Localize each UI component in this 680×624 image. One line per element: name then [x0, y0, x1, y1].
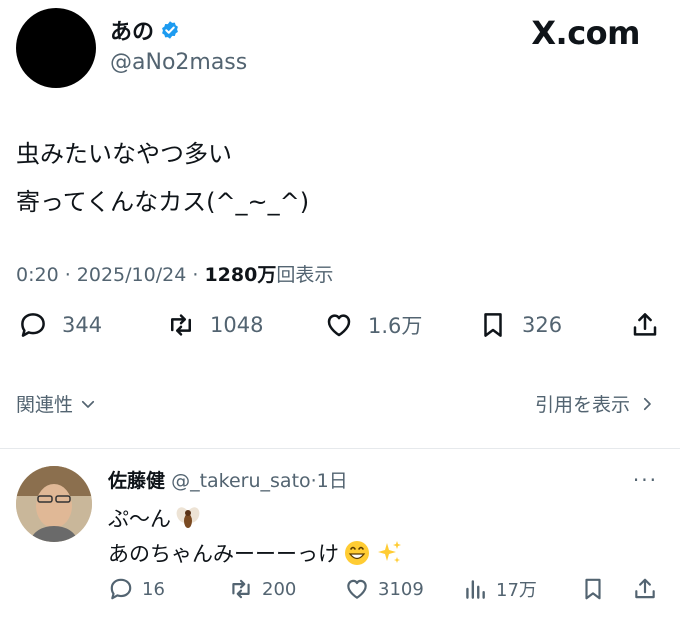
reply-icon — [21, 313, 45, 337]
reply-like-count: 3109 — [378, 578, 424, 600]
share-icon — [635, 578, 655, 599]
reply-text-1: ぷ〜ん — [108, 507, 171, 531]
view-quotes-label: 引用を表示 — [534, 394, 630, 416]
reply-repost-count: 200 — [262, 578, 297, 600]
reply-author-handle[interactable]: @_takeru_sato — [171, 470, 311, 492]
reply-repost-button[interactable]: 200 — [228, 576, 296, 602]
tweet-meta: 0:20 · 2025/10/24 · 1280万回表示 — [16, 260, 333, 287]
grinning-emoji-icon — [345, 541, 369, 565]
meta-separator: · — [186, 264, 205, 286]
reply-avatar[interactable] — [16, 466, 92, 542]
reply-icon — [110, 578, 132, 600]
like-count: 1.6万 — [368, 314, 423, 338]
views-suffix: 回表示 — [276, 264, 334, 286]
related-dropdown[interactable]: 関連性 — [16, 390, 97, 417]
reply-reply-count: 16 — [142, 578, 165, 600]
share-button[interactable] — [630, 310, 660, 340]
tweet-action-bar: 344 1048 1.6万 326 — [0, 310, 680, 354]
heart-icon — [347, 579, 367, 599]
author-name-row: あの — [110, 14, 180, 46]
reply-like-button[interactable]: 3109 — [344, 576, 424, 602]
reply-bookmark-button[interactable] — [580, 576, 606, 602]
repost-count: 1048 — [210, 313, 264, 337]
reply-view-count: 17万 — [496, 580, 537, 601]
repost-icon — [232, 579, 250, 599]
bookmark-button[interactable]: 326 — [478, 310, 562, 340]
reply-author-name[interactable]: 佐藤健 — [108, 470, 165, 492]
reply-reply-button[interactable]: 16 — [108, 576, 165, 602]
bookmark-count: 326 — [522, 313, 563, 337]
chevron-down-icon — [81, 400, 95, 408]
share-icon — [633, 313, 657, 336]
reply-header: 佐藤健 @_takeru_sato·1日 — [108, 466, 348, 493]
reply-text-line-2: あのちゃんみーーーっけ — [108, 538, 403, 568]
reply-text-2: あのちゃんみーーーっけ — [108, 542, 339, 566]
reply-count: 344 — [62, 313, 103, 337]
author-avatar[interactable] — [16, 8, 96, 88]
verified-badge-icon — [162, 21, 178, 39]
bookmark-icon — [585, 578, 601, 600]
reply-share-button[interactable] — [632, 576, 658, 602]
repost-button[interactable]: 1048 — [166, 310, 263, 340]
reply-time[interactable]: ·1日 — [311, 470, 348, 492]
x-com-logo: X.com — [531, 14, 640, 52]
tweet-text-line-2: 寄ってくんなカス(^_~_^) — [16, 188, 310, 216]
reply-action-bar: 16 200 3109 17万 — [0, 576, 680, 612]
author-handle[interactable]: @aNo2mass — [110, 50, 247, 75]
tweet-date[interactable]: 2025/10/24 — [77, 264, 187, 286]
reply-button[interactable]: 344 — [18, 310, 102, 340]
author-name[interactable]: あの — [110, 14, 154, 46]
reply-text-line-1: ぷ〜ん — [108, 503, 201, 533]
meta-separator: · — [58, 264, 77, 286]
view-count: 1280万 — [204, 264, 277, 286]
heart-icon — [327, 314, 351, 337]
like-button[interactable]: 1.6万 — [324, 310, 422, 340]
more-options-icon[interactable]: ··· — [633, 468, 658, 492]
tweet-time[interactable]: 0:20 — [16, 264, 59, 286]
related-label: 関連性 — [16, 394, 74, 416]
sparkles-emoji-icon — [378, 541, 401, 563]
divider — [0, 448, 680, 449]
view-quotes-link[interactable]: 引用を表示 — [535, 390, 656, 417]
tweet-text-line-1: 虫みたいなやつ多い — [16, 140, 232, 168]
chevron-right-icon — [643, 397, 651, 410]
views-chart-icon — [466, 580, 485, 599]
reply-views-button[interactable]: 17万 — [462, 576, 537, 602]
repost-icon — [171, 314, 191, 336]
bookmark-icon — [484, 313, 502, 337]
fly-emoji-icon — [176, 507, 200, 528]
reply-avatar-photo — [16, 466, 92, 542]
